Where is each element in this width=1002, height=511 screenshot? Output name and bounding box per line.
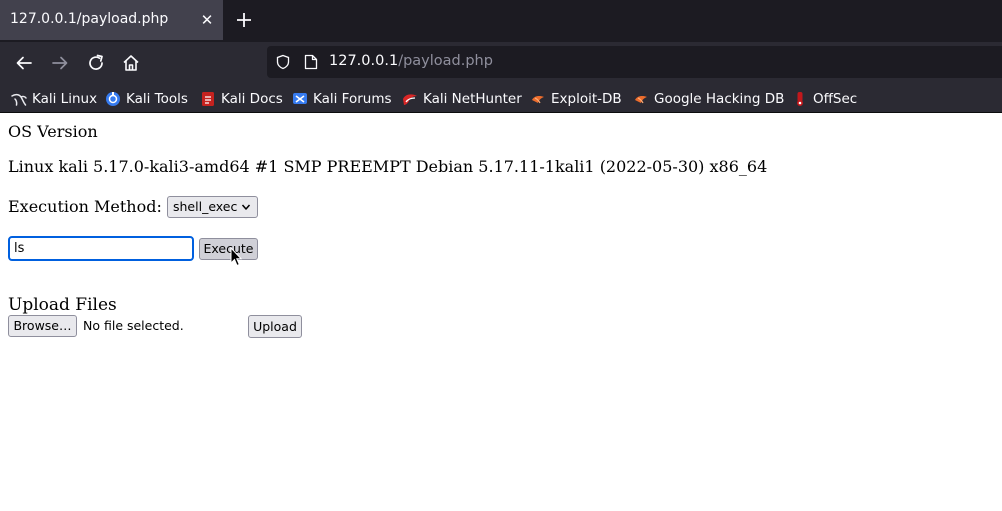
upload-files-heading: Upload Files <box>8 295 117 315</box>
execution-method-value: shell_exec <box>173 199 238 214</box>
kali-forums-icon <box>293 93 307 104</box>
address-bar[interactable]: 127.0.0.1/payload.php <box>267 46 1002 78</box>
execution-method-label: Execution Method: <box>8 197 162 216</box>
url-host: 127.0.0.1 <box>329 53 399 69</box>
bookmark-exploit-db[interactable]: Exploit-DB <box>530 89 622 109</box>
os-version-heading: OS Version <box>8 122 98 141</box>
kali-nethunter-icon <box>403 94 417 105</box>
kali-docs-icon <box>202 92 214 106</box>
reload-icon[interactable] <box>85 52 107 74</box>
tracking-shield-icon[interactable] <box>275 54 291 70</box>
execution-method-select[interactable]: shell_exec <box>167 196 258 218</box>
ghdb-icon <box>635 96 647 104</box>
exploit-db-icon <box>532 96 544 104</box>
bookmark-label: Kali Forums <box>313 91 392 107</box>
os-version-string: Linux kali 5.17.0-kali3-amd64 #1 SMP PRE… <box>8 157 768 176</box>
bookmark-label: Exploit-DB <box>551 91 622 107</box>
kali-tools-icon <box>106 92 120 106</box>
bookmark-label: OffSec <box>813 91 858 107</box>
url-path: /payload.php <box>398 53 493 69</box>
execute-button[interactable]: Execute <box>199 238 258 260</box>
forward-arrow-icon[interactable] <box>49 52 71 74</box>
page-content: OS Version Linux kali 5.17.0-kali3-amd64… <box>0 114 1002 511</box>
tab-strip: 127.0.0.1/payload.php ✕ <box>0 0 1002 42</box>
bookmark-label: Google Hacking DB <box>654 91 785 107</box>
bookmark-kali-forums[interactable]: Kali Forums <box>292 89 392 109</box>
page-info-icon[interactable] <box>304 54 318 70</box>
bookmark-kali-docs[interactable]: Kali Docs <box>200 89 283 109</box>
navigation-toolbar: 127.0.0.1/payload.php <box>0 42 1002 84</box>
command-input[interactable]: ls <box>8 236 194 261</box>
offsec-icon <box>797 92 803 106</box>
home-icon[interactable] <box>120 52 142 74</box>
chevron-down-icon <box>241 204 251 210</box>
new-tab-icon[interactable] <box>233 9 255 31</box>
mouse-pointer-icon <box>230 247 242 267</box>
bookmark-offsec[interactable]: OffSec <box>792 89 857 109</box>
upload-button[interactable]: Upload <box>248 315 302 338</box>
back-arrow-icon[interactable] <box>13 52 35 74</box>
bookmarks-toolbar: Kali Linux Kali Tools Kali Docs Kali For… <box>0 84 1002 113</box>
bookmark-google-hacking-db[interactable]: Google Hacking DB <box>633 89 784 109</box>
active-tab[interactable]: 127.0.0.1/payload.php ✕ <box>0 0 223 40</box>
bookmark-label: Kali NetHunter <box>423 91 522 107</box>
bookmark-kali-tools[interactable]: Kali Tools <box>105 89 188 109</box>
bookmark-label: Kali Linux <box>32 91 98 107</box>
url-text[interactable]: 127.0.0.1/payload.php <box>329 53 493 69</box>
bookmark-label: Kali Tools <box>126 91 188 107</box>
kali-dragon-icon <box>11 93 27 106</box>
file-status-text: No file selected. <box>83 318 184 333</box>
bookmark-label: Kali Docs <box>221 91 283 107</box>
close-tab-icon[interactable]: ✕ <box>197 10 217 30</box>
tab-title: 127.0.0.1/payload.php <box>10 11 169 27</box>
bookmark-kali-linux[interactable]: Kali Linux <box>11 89 97 109</box>
bookmark-kali-nethunter[interactable]: Kali NetHunter <box>402 89 522 109</box>
browse-button[interactable]: Browse… <box>8 315 77 337</box>
